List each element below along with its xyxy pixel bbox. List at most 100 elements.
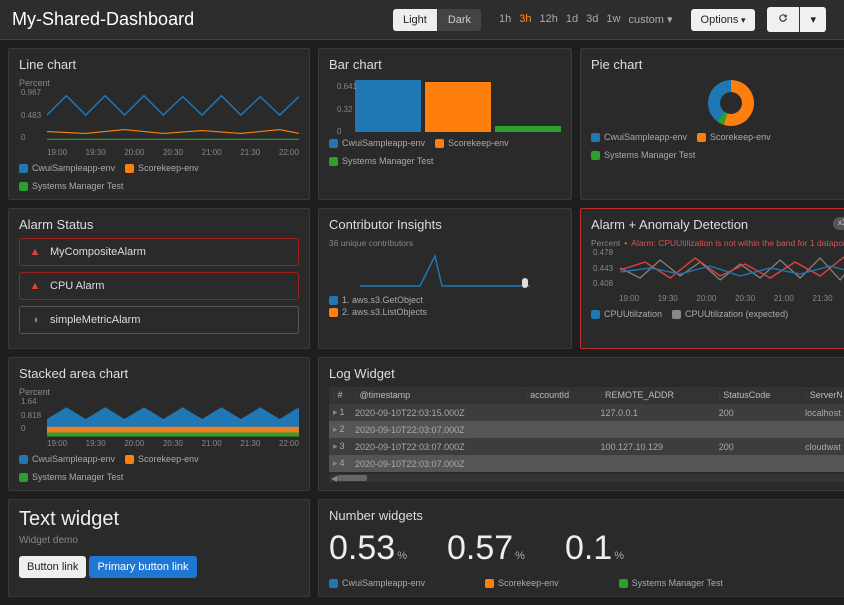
horizontal-scrollbar[interactable]: ◀ ▶: [329, 474, 844, 482]
legend-dot-icon: [19, 473, 28, 482]
xtick: 19:30: [86, 148, 106, 157]
legend-label: CwuiSampleapp-env: [604, 132, 687, 142]
table-row[interactable]: 22020-09-10T22:03:07.000Z: [329, 421, 844, 438]
table-row[interactable]: 12020-09-10T22:03:15.000Z127.0.0.1200loc…: [329, 404, 844, 421]
legend-dot-icon: [329, 579, 338, 588]
col-accountid[interactable]: accountId: [522, 387, 597, 404]
range-custom[interactable]: custom ▾: [628, 13, 672, 26]
legend-label: Systems Manager Test: [32, 472, 123, 482]
panel-title: Bar chart: [329, 57, 561, 72]
alarm-row[interactable]: ▲ MyCompositeAlarm: [19, 238, 299, 266]
legend-label: CwuiSampleapp-env: [342, 138, 425, 148]
theme-dark-button[interactable]: Dark: [438, 9, 481, 31]
pie-chart-panel: Pie chart CwuiSampleapp-env Scorekeep-en…: [580, 48, 844, 200]
xtick: 19:00: [47, 148, 67, 157]
text-widget-panel: Text widget Widget demo Button link Prim…: [8, 499, 310, 597]
table-row[interactable]: 42020-09-10T22:03:07.000Z: [329, 455, 844, 472]
theme-light-button[interactable]: Light: [393, 9, 438, 31]
alarm-row[interactable]: ▲ CPU Alarm: [19, 272, 299, 300]
legend-dot-icon: [19, 182, 28, 191]
legend-dot-icon: [329, 308, 338, 317]
xtick: 19:00: [47, 439, 67, 448]
legend: CPUUtilization CPUUtilization (expected): [591, 309, 844, 319]
primary-button-link[interactable]: Primary button link: [89, 556, 196, 578]
range-1h[interactable]: 1h: [499, 13, 511, 26]
button-link[interactable]: Button link: [19, 556, 86, 578]
alarm-warning-text: Alarm: CPUUtilization is not within the …: [631, 238, 844, 248]
ytick: 0.483: [21, 111, 41, 120]
legend-dot-icon: [485, 579, 494, 588]
xtick: 21:30: [813, 294, 833, 303]
range-12h[interactable]: 12h: [540, 13, 558, 26]
stacked-area-panel: Stacked area chart Percent 1.64 0.818 0 …: [8, 357, 310, 491]
bar: [495, 126, 561, 132]
legend: CwuiSampleapp-env Scorekeep-env Systems …: [329, 578, 844, 588]
bar: [355, 80, 421, 132]
contributor-item: 1. aws.s3.GetObject: [342, 295, 423, 305]
line-chart-panel: Line chart Percent 0.967 0.483 0 19:00 1…: [8, 48, 310, 200]
ytick: 0.641: [337, 82, 357, 91]
theme-toggle: Light Dark: [393, 9, 481, 31]
options-button[interactable]: Options: [691, 9, 756, 31]
y-axis-label: Percent: [19, 78, 299, 88]
ytick: 0: [21, 133, 41, 142]
legend-dot-icon: [591, 151, 600, 160]
legend-label: Systems Manager Test: [342, 156, 433, 166]
xtick: 22:00: [279, 148, 299, 157]
col-remote-addr[interactable]: REMOTE_ADDR: [596, 387, 714, 404]
col-index[interactable]: #: [329, 387, 351, 404]
legend-label: Scorekeep-env: [448, 138, 509, 148]
range-3d[interactable]: 3d: [586, 13, 598, 26]
panel-title: Contributor Insights: [329, 217, 561, 232]
range-1d[interactable]: 1d: [566, 13, 578, 26]
xtick: 20:00: [124, 439, 144, 448]
refresh-menu-button[interactable]: ▾: [800, 7, 826, 32]
contributor-spark: [329, 248, 561, 288]
slider-thumb-icon[interactable]: [522, 278, 528, 288]
legend-dot-icon: [19, 164, 28, 173]
legend-dot-icon: [125, 455, 134, 464]
table-row[interactable]: 32020-09-10T22:03:07.000Z100.127.10.1292…: [329, 438, 844, 455]
contributor-insights-panel: Contributor Insights 36 unique contribut…: [318, 208, 572, 349]
legend-label: CPUUtilization: [604, 309, 662, 319]
anomaly-chart-svg: [619, 248, 844, 292]
xtick: 19:00: [619, 294, 639, 303]
text-widget-subtitle: Widget demo: [19, 535, 299, 546]
xtick: 19:30: [86, 439, 106, 448]
col-status[interactable]: StatusCode: [715, 387, 801, 404]
legend: CwuiSampleapp-env Scorekeep-env Systems …: [19, 163, 299, 191]
ytick: 0.818: [21, 411, 41, 420]
legend: CwuiSampleapp-env Scorekeep-env Systems …: [329, 138, 561, 166]
col-timestamp[interactable]: @timestamp: [351, 387, 522, 404]
metric-unit: %: [397, 550, 407, 562]
bar: [425, 82, 491, 132]
alarm-name: CPU Alarm: [50, 280, 104, 292]
xtick: 20:30: [163, 439, 183, 448]
metric-value: 0.1: [565, 529, 612, 567]
pie-chart-donut: [708, 80, 754, 126]
legend-label: Scorekeep-env: [138, 454, 199, 464]
legend-label: Scorekeep-env: [710, 132, 771, 142]
legend-dot-icon: [619, 579, 628, 588]
ytick: 1.64: [21, 397, 41, 406]
legend-label: Systems Manager Test: [632, 578, 723, 588]
options-group: Options: [691, 9, 756, 31]
contributor-count: 36 unique contributors: [329, 238, 561, 248]
ytick: 0.967: [21, 88, 41, 97]
alarm-name: simpleMetricAlarm: [50, 314, 140, 326]
alarm-row[interactable]: ◑ simpleMetricAlarm: [19, 306, 299, 334]
col-server[interactable]: ServerN: [801, 387, 844, 404]
range-1w[interactable]: 1w: [606, 13, 620, 26]
metric-unit: %: [614, 550, 624, 562]
legend-dot-icon: [329, 296, 338, 305]
legend-label: CwuiSampleapp-env: [32, 454, 115, 464]
legend-dot-icon: [125, 164, 134, 173]
bar-chart-panel: Bar chart 0.641 0.32 0 CwuiSampleapp-env…: [318, 48, 572, 200]
legend: CwuiSampleapp-env Scorekeep-env Systems …: [19, 454, 299, 482]
panel-title: Line chart: [19, 57, 299, 72]
refresh-button[interactable]: [767, 7, 800, 32]
panel-title: Stacked area chart: [19, 366, 299, 381]
ytick: 0.478: [593, 248, 613, 257]
legend-label: Systems Manager Test: [604, 150, 695, 160]
range-3h[interactable]: 3h: [519, 13, 531, 26]
